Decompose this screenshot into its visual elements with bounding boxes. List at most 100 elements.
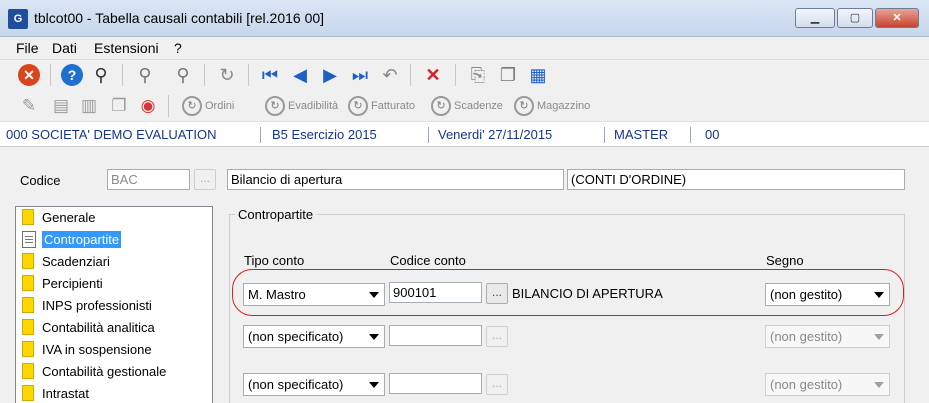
scadenze-button[interactable]: ↻ Scadenze <box>431 95 503 117</box>
tree-item-scadenziari[interactable]: Scadenziari <box>22 251 110 271</box>
evadibilita-label: Evadibilità <box>288 100 339 112</box>
copy-icon[interactable]: ❐ <box>497 64 519 86</box>
codice-conto-lookup-3[interactable]: ... <box>486 374 508 395</box>
segno-select-3[interactable]: (non gestito) <box>765 373 890 396</box>
fatturato-icon: ↻ <box>348 96 368 116</box>
folder-icon <box>22 275 34 291</box>
tree-item-gestionale[interactable]: Contabilità gestionale <box>22 361 166 381</box>
descrizione-field[interactable]: Bilancio di apertura <box>227 169 564 190</box>
tree-item-label: Contabilità gestionale <box>42 363 167 379</box>
context-status-bar: 000 SOCIETA' DEMO EVALUATION B5 Esercizi… <box>0 121 929 147</box>
undo-icon[interactable]: ↶ <box>379 64 401 86</box>
codice-conto-lookup-2[interactable]: ... <box>486 326 508 347</box>
fatturato-label: Fatturato <box>371 100 416 112</box>
window-title: tblcot00 - Tabella causali contabili [re… <box>34 10 325 26</box>
magazzino-button[interactable]: ↻ Magazzino <box>514 95 590 117</box>
menu-file[interactable]: File <box>16 40 39 56</box>
select-value: (non specificato) <box>248 329 344 344</box>
user-label: MASTER <box>614 127 669 142</box>
tree-item-intrastat[interactable]: Intrastat <box>22 383 89 403</box>
company-label: 000 SOCIETA' DEMO EVALUATION <box>6 127 217 142</box>
tipo-conto-select-3[interactable]: (non specificato) <box>243 373 385 396</box>
attachment-icon[interactable]: ⎘ <box>467 64 489 86</box>
folder-icon <box>22 385 34 401</box>
chevron-down-icon <box>369 334 379 340</box>
ordini-icon: ↻ <box>182 96 202 116</box>
tree-item-iva-sospensione[interactable]: IVA in sospensione <box>22 339 152 359</box>
delete-icon[interactable]: ✕ <box>422 64 444 86</box>
ordini-button[interactable]: ↻ Ordini <box>182 95 234 117</box>
document-icon[interactable]: ▤ <box>50 95 72 117</box>
menu-help[interactable]: ? <box>174 40 182 56</box>
minimize-button[interactable]: ▁ <box>795 8 835 28</box>
copy-doc-icon[interactable]: ❐ <box>108 95 130 117</box>
list-icon[interactable]: ▥ <box>78 95 100 117</box>
last-record-icon[interactable]: ⏭ <box>349 64 371 86</box>
edit-pencil-icon[interactable]: ✎ <box>18 95 40 117</box>
select-value: (non gestito) <box>770 377 843 392</box>
contropartite-group-label: Contropartite <box>235 207 317 222</box>
chevron-down-icon <box>874 382 884 388</box>
tree-item-analitica[interactable]: Contabilità analitica <box>22 317 155 337</box>
codice-field[interactable]: BAC <box>107 169 190 190</box>
descrizione2-field[interactable]: (CONTI D'ORDINE) <box>567 169 905 190</box>
first-record-icon[interactable]: ⏮ <box>259 64 281 86</box>
segno-header: Segno <box>766 253 804 268</box>
menu-dati[interactable]: Dati <box>52 40 77 56</box>
evadibilita-icon: ↻ <box>265 96 285 116</box>
title-bar: G tblcot00 - Tabella causali contabili [… <box>0 0 929 37</box>
codice-conto-header: Codice conto <box>390 253 466 268</box>
tree-item-contropartite[interactable]: Contropartite <box>22 229 122 249</box>
tree-item-label: IVA in sospensione <box>42 341 152 357</box>
chevron-down-icon <box>369 382 379 388</box>
next-record-icon[interactable]: ▶ <box>319 64 341 86</box>
close-button[interactable]: ✕ <box>875 8 919 28</box>
tree-item-inps[interactable]: INPS professionisti <box>22 295 152 315</box>
tree-item-label: Generale <box>42 209 96 225</box>
highlight-annotation <box>232 269 904 316</box>
folder-icon <box>22 363 34 379</box>
tree-item-label: Contropartite <box>42 230 122 248</box>
folder-icon <box>22 253 34 269</box>
evadibilita-button[interactable]: ↻ Evadibilità <box>265 95 338 117</box>
codice-lookup-button[interactable]: ... <box>194 169 216 190</box>
maximize-button[interactable]: ▢ <box>837 8 873 28</box>
tree-item-label: Scadenziari <box>42 253 110 269</box>
select-value: (non specificato) <box>248 377 344 392</box>
tree-item-label: Contabilità analitica <box>42 319 155 335</box>
tree-item-label: Percipienti <box>42 275 103 291</box>
tree-item-generale[interactable]: Generale <box>22 207 95 227</box>
ordini-label: Ordini <box>205 100 235 112</box>
folder-icon <box>22 319 34 335</box>
year-label: B5 Esercizio 2015 <box>272 127 377 142</box>
date-label: Venerdi' 27/11/2015 <box>438 127 553 142</box>
tree-item-label: INPS professionisti <box>42 297 152 313</box>
folder-icon <box>22 209 34 225</box>
codice-conto-field-3[interactable] <box>389 373 482 394</box>
tipo-conto-select-2[interactable]: (non specificato) <box>243 325 385 348</box>
scadenze-icon: ↻ <box>431 96 451 116</box>
open-document-icon <box>22 230 36 248</box>
tree-item-label: Intrastat <box>42 385 89 401</box>
exit-icon[interactable]: ✕ <box>18 64 40 86</box>
folder-icon <box>22 297 34 313</box>
search-next-icon[interactable]: ⚲ <box>172 64 194 86</box>
tree-item-percipienti[interactable]: Percipienti <box>22 273 103 293</box>
previous-record-icon[interactable]: ◀ <box>289 64 311 86</box>
refresh-icon[interactable]: ↻ <box>216 64 238 86</box>
fatturato-button[interactable]: ↻ Fatturato <box>348 95 415 117</box>
segno-select-2[interactable]: (non gestito) <box>765 325 890 348</box>
main-toolbar: ✕ ? ⚲ ⚲ ⚲ ↻ ⏮ ◀ ▶ ⏭ ↶ ✕ ⎘ ❐ ▦ <box>0 59 929 91</box>
magazzino-label: Magazzino <box>537 100 591 112</box>
user-search-icon[interactable]: ◉ <box>137 95 159 117</box>
binoculars-icon[interactable]: ⚲ <box>90 64 112 86</box>
section-tree: Generale Contropartite Scadenziari Perci… <box>15 206 213 403</box>
folder-icon <box>22 341 34 357</box>
grid-view-icon[interactable]: ▦ <box>527 64 549 86</box>
search-binoculars-icon[interactable]: ⚲ <box>134 64 156 86</box>
menu-bar: File Dati Estensioni ? <box>0 37 929 59</box>
codice-conto-field-2[interactable] <box>389 325 482 346</box>
help-icon[interactable]: ? <box>61 64 83 86</box>
menu-estensioni[interactable]: Estensioni <box>94 40 159 56</box>
codice-label: Codice <box>20 173 61 188</box>
